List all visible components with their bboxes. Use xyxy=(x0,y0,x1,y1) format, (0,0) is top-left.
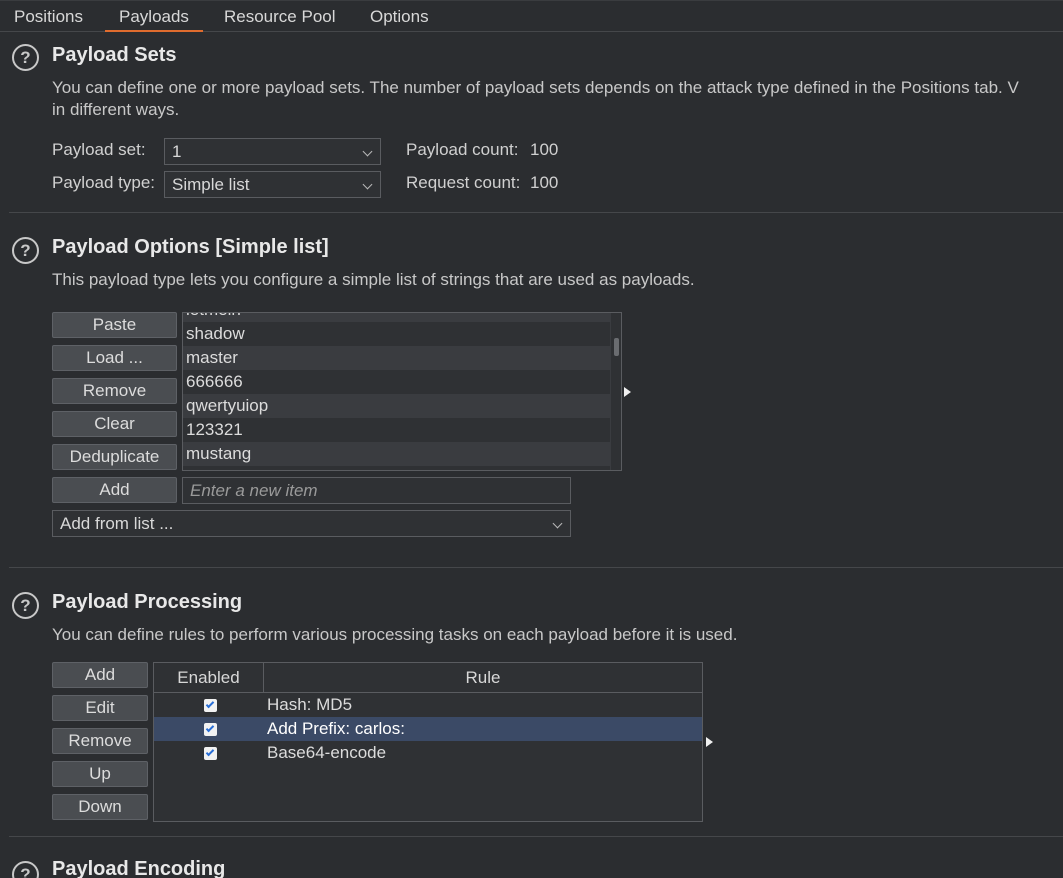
table-header: Enabled Rule xyxy=(154,663,702,693)
column-header-rule[interactable]: Rule xyxy=(264,663,702,692)
section-title-payload-sets: Payload Sets xyxy=(52,44,177,66)
list-item[interactable]: shadow xyxy=(183,322,611,346)
tab-options[interactable]: Options xyxy=(356,1,443,32)
triangle-right-icon[interactable] xyxy=(706,737,713,747)
payload-type-value: Simple list xyxy=(172,175,250,194)
move-down-button[interactable]: Down xyxy=(52,794,148,820)
section-title-payload-options: Payload Options [Simple list] xyxy=(52,236,329,258)
list-item[interactable]: 666666 xyxy=(183,370,611,394)
help-icon[interactable]: ? xyxy=(12,44,39,71)
section-title-payload-encoding: Payload Encoding xyxy=(52,858,226,878)
payload-count-label: Payload count: xyxy=(406,140,519,159)
clear-button[interactable]: Clear xyxy=(52,411,177,437)
add-from-list-value: Add from list ... xyxy=(60,514,174,533)
move-up-button[interactable]: Up xyxy=(52,761,148,787)
tab-positions[interactable]: Positions xyxy=(0,1,97,32)
tab-bar: Positions Payloads Resource Pool Options xyxy=(0,0,1063,32)
triangle-right-icon[interactable] xyxy=(624,387,631,397)
payload-options-description: This payload type lets you configure a s… xyxy=(52,270,695,289)
payload-count-value: 100 xyxy=(530,140,559,159)
tab-payloads[interactable]: Payloads xyxy=(105,1,203,32)
list-scrollbar[interactable] xyxy=(610,313,621,470)
add-rule-button[interactable]: Add xyxy=(52,662,148,688)
section-divider xyxy=(9,567,1063,568)
section-title-payload-processing: Payload Processing xyxy=(52,591,243,613)
list-item[interactable]: qwertyuiop xyxy=(183,394,611,418)
list-item[interactable]: 123321 xyxy=(183,418,611,442)
new-item-input[interactable]: Enter a new item xyxy=(182,477,571,504)
checkmark-icon xyxy=(205,747,215,757)
remove-button[interactable]: Remove xyxy=(52,378,177,404)
payload-set-label: Payload set: xyxy=(52,140,146,159)
payload-processing-description: You can define rules to perform various … xyxy=(52,625,738,644)
deduplicate-button[interactable]: Deduplicate xyxy=(52,444,177,470)
table-row[interactable]: Base64-encode xyxy=(154,741,702,765)
rule-cell: Base64-encode xyxy=(267,743,387,762)
chevron-down-icon xyxy=(362,179,373,190)
edit-rule-button[interactable]: Edit xyxy=(52,695,148,721)
list-item[interactable]: mustang xyxy=(183,442,611,466)
load-button[interactable]: Load ... xyxy=(52,345,177,371)
column-header-enabled[interactable]: Enabled xyxy=(154,663,264,692)
section-divider xyxy=(9,836,1063,837)
chevron-down-icon xyxy=(362,146,373,157)
enabled-checkbox[interactable] xyxy=(204,699,217,712)
tab-resource-pool[interactable]: Resource Pool xyxy=(210,1,350,32)
request-count-value: 100 xyxy=(530,173,559,192)
add-item-button[interactable]: Add xyxy=(52,477,177,503)
payload-list[interactable]: letmein shadow master 666666 qwertyuiop … xyxy=(182,312,622,471)
help-icon[interactable]: ? xyxy=(12,861,39,878)
payload-set-select[interactable]: 1 xyxy=(164,138,381,165)
payload-set-value: 1 xyxy=(172,142,182,161)
payload-sets-description-cont: in different ways. xyxy=(52,100,180,119)
list-item[interactable]: master xyxy=(183,346,611,370)
request-count-label: Request count: xyxy=(406,173,521,192)
enabled-checkbox[interactable] xyxy=(204,747,217,760)
paste-button[interactable]: Paste xyxy=(52,312,177,338)
checkmark-icon xyxy=(205,699,215,709)
list-item[interactable]: letmein xyxy=(183,313,611,322)
rule-cell: Hash: MD5 xyxy=(267,695,353,714)
remove-rule-button[interactable]: Remove xyxy=(52,728,148,754)
checkmark-icon xyxy=(205,723,215,733)
help-icon[interactable]: ? xyxy=(12,237,39,264)
processing-rules-table[interactable]: Enabled Rule Hash: MD5 Add Prefix: carlo… xyxy=(153,662,703,822)
scrollbar-thumb[interactable] xyxy=(614,338,619,356)
enabled-checkbox[interactable] xyxy=(204,723,217,736)
section-divider xyxy=(9,212,1063,213)
table-row[interactable]: Add Prefix: carlos: xyxy=(154,717,702,741)
chevron-down-icon xyxy=(552,518,563,529)
rule-cell: Add Prefix: carlos: xyxy=(267,719,405,738)
add-from-list-select[interactable]: Add from list ... xyxy=(52,510,571,537)
table-row[interactable]: Hash: MD5 xyxy=(154,693,702,717)
payload-sets-description: You can define one or more payload sets.… xyxy=(52,78,1019,97)
help-icon[interactable]: ? xyxy=(12,592,39,619)
payload-type-label: Payload type: xyxy=(52,173,156,192)
payload-type-select[interactable]: Simple list xyxy=(164,171,381,198)
